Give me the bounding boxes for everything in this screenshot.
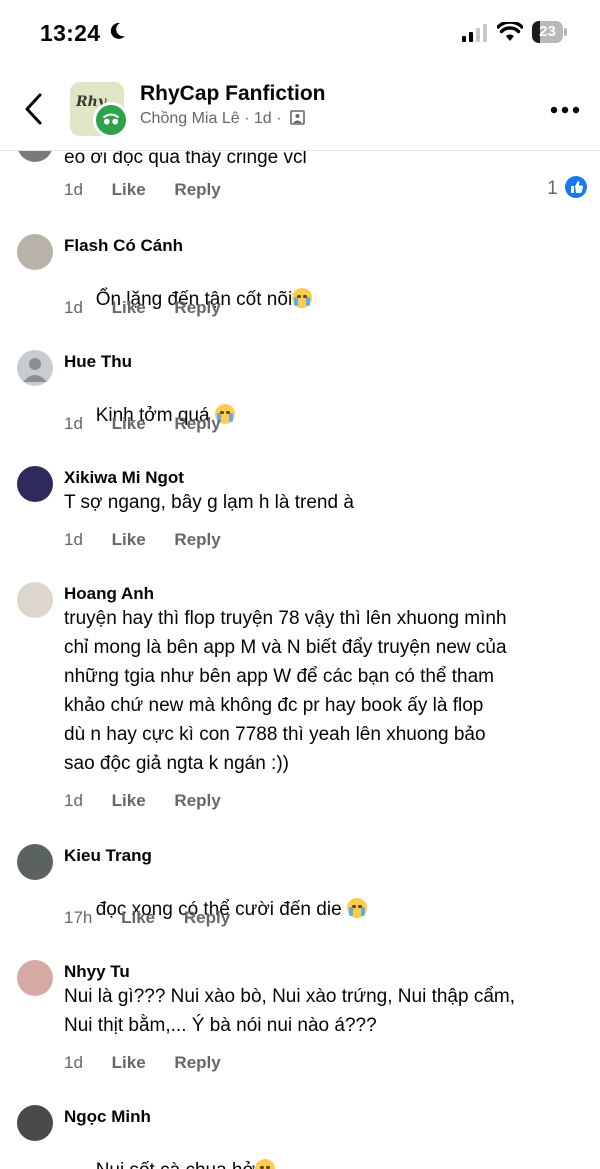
reply-button[interactable]: Reply bbox=[174, 1053, 220, 1073]
post-author-line: Chồng Mia Lê · 1d · bbox=[140, 110, 305, 128]
reply-button[interactable]: Reply bbox=[174, 180, 220, 200]
like-button[interactable]: Like bbox=[112, 530, 146, 550]
like-button[interactable]: Like bbox=[112, 414, 146, 434]
post-author[interactable]: Chồng Mia Lê · 1d · bbox=[140, 110, 281, 127]
comments-list[interactable]: eo ơi đọc qua thấy cringe vcl 1d Like Re… bbox=[0, 150, 600, 1169]
comment-age: 1d bbox=[64, 530, 83, 549]
commenter-avatar[interactable] bbox=[17, 582, 53, 618]
like-button[interactable]: Like bbox=[112, 180, 146, 200]
reply-button[interactable]: Reply bbox=[174, 414, 220, 434]
commenter-name[interactable]: Xikiwa Mi Ngot bbox=[64, 468, 184, 488]
reply-button[interactable]: Reply bbox=[174, 298, 220, 318]
reply-button[interactable]: Reply bbox=[174, 791, 220, 811]
comment-text: T sợ ngang, bây g lạm h là trend à bbox=[64, 492, 354, 513]
comment-actions: 1d Like Reply bbox=[64, 180, 245, 200]
commenter-avatar[interactable] bbox=[17, 960, 53, 996]
commenter-name[interactable]: Ngọc Minh bbox=[64, 1107, 151, 1127]
commenter-avatar[interactable] bbox=[17, 150, 53, 162]
battery-level: 23 bbox=[539, 23, 556, 40]
comment-age: 17h bbox=[64, 908, 93, 927]
signal-icon bbox=[462, 24, 487, 42]
crying-emoji-icon bbox=[346, 898, 367, 918]
chevron-left-icon[interactable] bbox=[22, 92, 46, 126]
comment-age: 1d bbox=[64, 1053, 83, 1072]
status-time: 13:24 bbox=[40, 20, 101, 46]
commenter-name[interactable]: Hue Thu bbox=[64, 352, 132, 372]
group-name[interactable]: RhyCap Fanfiction bbox=[140, 82, 326, 106]
comment-text: eo ơi đọc qua thấy cringe vcl bbox=[64, 150, 307, 168]
comment-actions: 17h Like Reply bbox=[64, 908, 254, 928]
reaction-summary[interactable]: 1 bbox=[547, 176, 587, 200]
commenter-name[interactable]: Flash Có Cánh bbox=[64, 236, 183, 256]
post-header: Rhy RhyCap Fanfiction Chồng Mia Lê · 1d … bbox=[0, 70, 600, 151]
wifi-icon bbox=[497, 22, 523, 41]
like-button[interactable]: Like bbox=[121, 908, 155, 928]
commenter-avatar[interactable] bbox=[17, 350, 53, 386]
battery-icon: 23 bbox=[532, 21, 568, 43]
smiling-emoji-icon bbox=[254, 1159, 275, 1169]
comment-actions: 1d Like Reply bbox=[64, 414, 245, 434]
photo-icon bbox=[290, 110, 305, 125]
comment-actions: 1d Like Reply bbox=[64, 298, 245, 318]
comment-body: Nui sốt cà chua hở bbox=[96, 1160, 255, 1169]
commenter-avatar[interactable] bbox=[17, 234, 53, 270]
comment-age: 1d bbox=[64, 298, 83, 317]
comment-text: Nui là gì??? Nui xào bò, Nui xào trứng, … bbox=[64, 986, 516, 1036]
comment-text: truyện hay thì flop truyện 78 vậy thì lê… bbox=[64, 608, 507, 774]
comment-age: 1d bbox=[64, 180, 83, 199]
comment-actions: 1d Like Reply bbox=[64, 530, 245, 550]
default-user-icon bbox=[23, 358, 47, 382]
more-horizontal-icon[interactable] bbox=[550, 106, 580, 114]
commenter-name[interactable]: Nhyy Tu bbox=[64, 962, 130, 982]
comment-age: 1d bbox=[64, 791, 83, 810]
comment-age: 1d bbox=[64, 414, 83, 433]
commenter-name[interactable]: Hoang Anh bbox=[64, 584, 154, 604]
comment-actions: 1d Like Reply bbox=[64, 1053, 245, 1073]
status-bar: 13:24 23 bbox=[0, 0, 600, 62]
group-badge-icon bbox=[93, 102, 129, 138]
comment-text: Nui sốt cà chua hở bbox=[64, 1127, 594, 1169]
reply-button[interactable]: Reply bbox=[174, 530, 220, 550]
reply-button[interactable]: Reply bbox=[184, 908, 230, 928]
like-button[interactable]: Like bbox=[112, 298, 146, 318]
crying-emoji-icon bbox=[292, 288, 313, 308]
commenter-avatar[interactable] bbox=[17, 1105, 53, 1141]
commenter-avatar[interactable] bbox=[17, 466, 53, 502]
commenter-avatar[interactable] bbox=[17, 844, 53, 880]
commenter-name[interactable]: Kieu Trang bbox=[64, 846, 152, 866]
comment-actions: 1d Like Reply bbox=[64, 791, 245, 811]
like-button[interactable]: Like bbox=[112, 791, 146, 811]
reaction-count: 1 bbox=[547, 178, 558, 199]
moon-icon bbox=[110, 22, 125, 39]
thumbs-up-icon bbox=[565, 176, 587, 198]
like-button[interactable]: Like bbox=[112, 1053, 146, 1073]
